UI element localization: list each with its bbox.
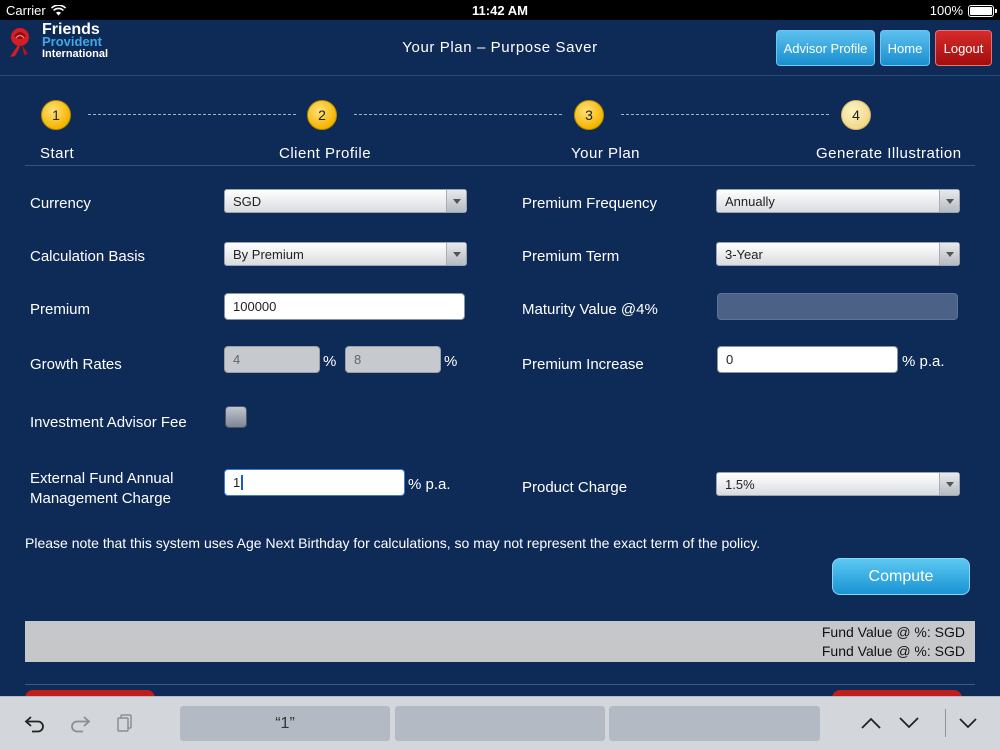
undo-icon[interactable]	[22, 710, 48, 736]
premium-frequency-label: Premium Frequency	[522, 195, 658, 212]
growth-rate-high-value: 8	[354, 352, 362, 367]
external-fund-charge-label: External Fund Annual Management Charge	[30, 469, 173, 509]
step-2-circle: 2	[307, 100, 337, 130]
step-connector	[88, 114, 296, 115]
app-header: Friends Provident International Your Pla…	[0, 20, 1000, 76]
step-1-circle: 1	[41, 100, 71, 130]
dismiss-keyboard-icon[interactable]	[955, 710, 981, 736]
growth-rates-label: Growth Rates	[30, 356, 122, 373]
investment-advisor-fee-label: Investment Advisor Fee	[30, 414, 187, 431]
step-1-label: Start	[40, 145, 75, 162]
fund-value-result: Fund Value @ %: SGD	[821, 624, 965, 640]
premium-term-value: 3-Year	[725, 247, 763, 262]
growth-rate-low-value: 4	[233, 352, 241, 367]
product-charge-value: 1.5%	[725, 477, 755, 492]
clock: 11:42 AM	[472, 3, 528, 18]
toolbar-divider	[945, 709, 946, 737]
premium-frequency-select[interactable]: Annually	[716, 189, 960, 213]
compute-button[interactable]: Compute	[832, 558, 970, 595]
external-fund-charge-input[interactable]: 1	[224, 469, 405, 496]
investment-advisor-fee-checkbox[interactable]	[225, 406, 247, 428]
calculation-basis-value: By Premium	[233, 247, 304, 262]
chevron-down-icon	[939, 473, 959, 495]
status-bar: Carrier 11:42 AM 100%	[0, 0, 1000, 20]
external-fund-charge-label-line1: External Fund Annual	[30, 470, 174, 487]
step-3-circle: 3	[574, 100, 604, 130]
step-3-label: Your Plan	[571, 145, 640, 162]
maturity-value-field	[717, 293, 958, 320]
product-charge-label: Product Charge	[522, 479, 628, 496]
premium-frequency-value: Annually	[725, 194, 775, 209]
premium-increase-value: 0	[726, 352, 734, 367]
growth-rate-low-input[interactable]: 4	[224, 346, 320, 373]
text-cursor	[241, 475, 243, 490]
premium-increase-label: Premium Increase	[522, 356, 644, 373]
suggestion-1[interactable]: “1”	[180, 706, 390, 741]
chevron-down-icon	[446, 243, 466, 265]
growth-rate-high-unit: %	[444, 353, 458, 370]
battery-icon	[968, 4, 997, 17]
suggestion-2[interactable]	[395, 706, 605, 741]
battery-info: 100%	[929, 3, 997, 18]
premium-increase-unit: % p.a.	[902, 353, 945, 370]
premium-label: Premium	[30, 301, 91, 318]
premium-value: 100000	[233, 299, 277, 314]
chevron-down-icon	[939, 243, 959, 265]
premium-term-label: Premium Term	[522, 248, 620, 265]
chevron-down-icon	[446, 190, 466, 212]
advisor-profile-button[interactable]: Advisor Profile	[776, 30, 875, 66]
paste-icon[interactable]	[112, 710, 138, 736]
product-charge-select[interactable]: 1.5%	[716, 472, 960, 496]
maturity-value-label: Maturity Value @4%	[522, 301, 658, 318]
step-connector	[621, 114, 829, 115]
external-fund-charge-value: 1	[233, 475, 241, 490]
suggestion-3[interactable]	[609, 706, 820, 741]
chevron-down-icon[interactable]	[896, 710, 922, 736]
premium-increase-input[interactable]: 0	[717, 346, 898, 373]
fund-value-result: Fund Value @ %: SGD	[821, 643, 965, 659]
currency-value: SGD	[233, 194, 262, 209]
growth-rate-high-input[interactable]: 8	[345, 346, 441, 373]
logout-button[interactable]: Logout	[935, 30, 992, 66]
premium-input[interactable]: 100000	[224, 293, 465, 320]
calculation-basis-label: Calculation Basis	[30, 248, 146, 265]
step-4-label: Generate Illustration	[816, 145, 962, 162]
calculation-basis-select[interactable]: By Premium	[224, 242, 467, 266]
step-connector	[354, 114, 562, 115]
stepper-divider	[25, 165, 975, 166]
battery-percent: 100%	[929, 3, 963, 18]
step-2-label: Client Profile	[279, 145, 372, 162]
premium-term-select[interactable]: 3-Year	[716, 242, 960, 266]
age-calculation-note: Please note that this system uses Age Ne…	[25, 535, 761, 551]
footer-divider	[25, 684, 975, 685]
chevron-up-icon[interactable]	[858, 710, 884, 736]
currency-label: Currency	[30, 195, 91, 212]
external-fund-charge-unit: % p.a.	[408, 476, 451, 493]
step-4-circle: 4	[841, 100, 871, 130]
home-button[interactable]: Home	[880, 30, 930, 66]
results-panel: Fund Value @ %: SGD Fund Value @ %: SGD	[25, 621, 975, 662]
chevron-down-icon	[939, 190, 959, 212]
growth-rate-low-unit: %	[323, 353, 337, 370]
redo-icon[interactable]	[67, 710, 93, 736]
currency-select[interactable]: SGD	[224, 189, 467, 213]
keyboard-accessory-bar: “1”	[0, 696, 1000, 750]
external-fund-charge-label-line2: Management Charge	[30, 490, 171, 507]
